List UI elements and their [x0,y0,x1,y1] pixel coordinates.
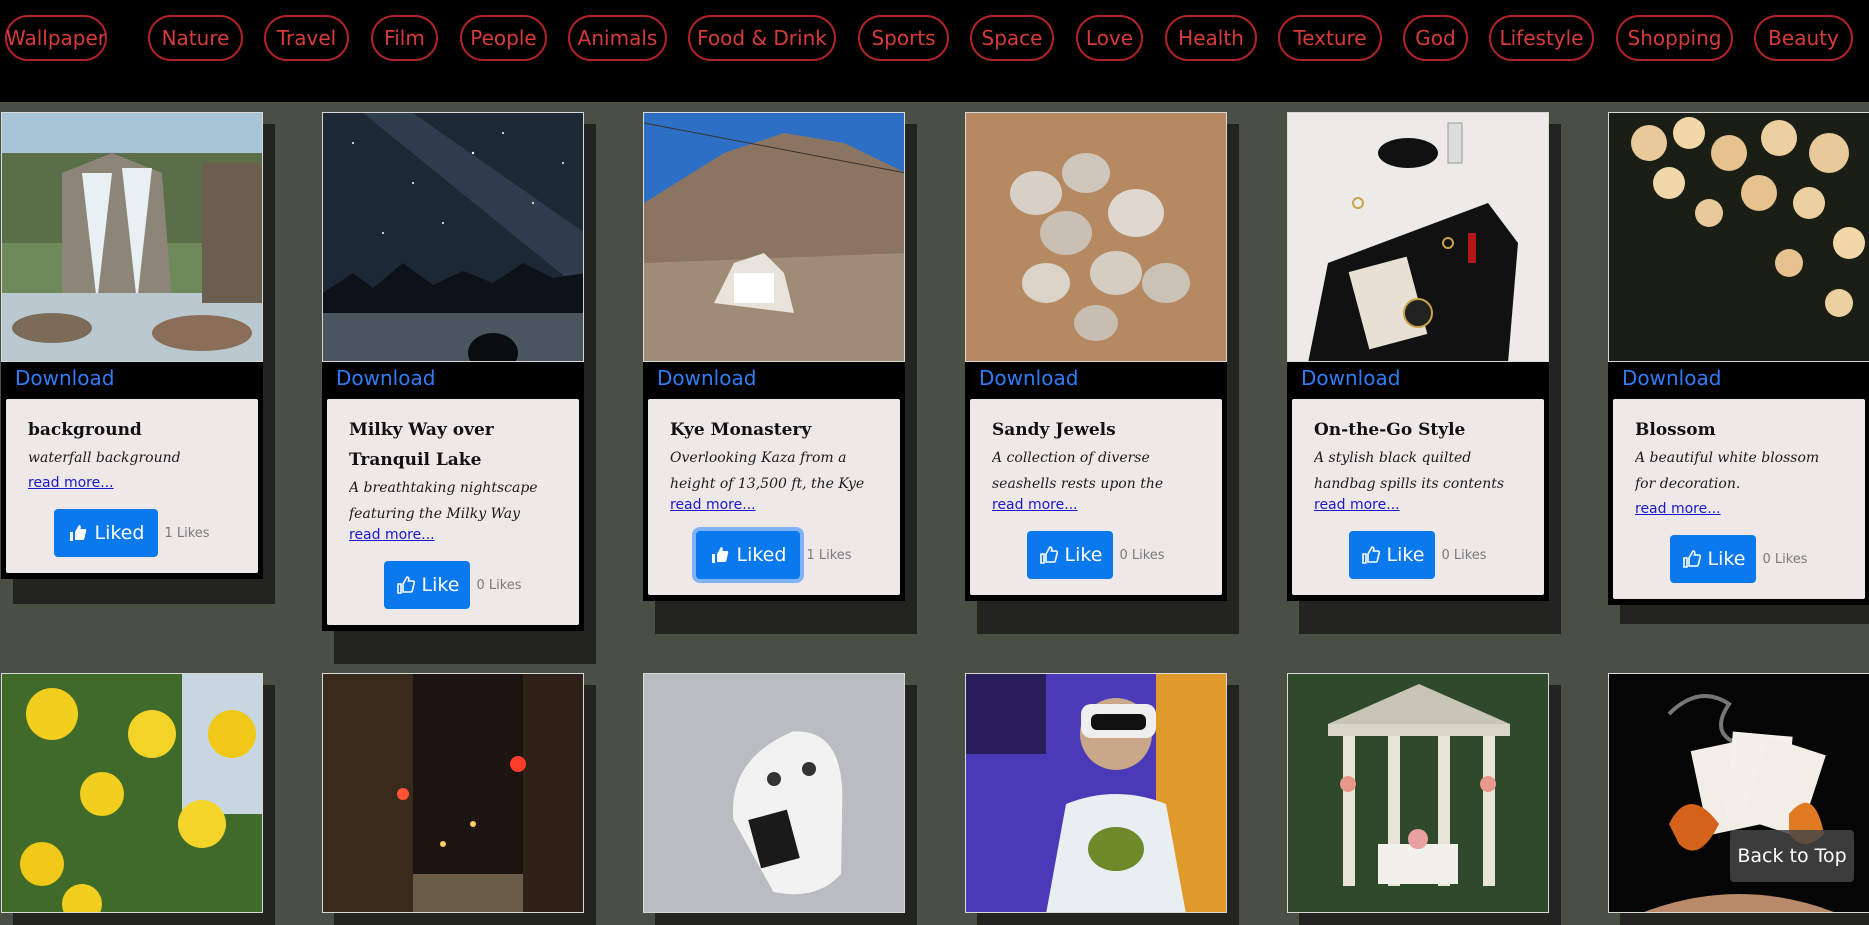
like-count: 0 Likes [476,577,522,593]
category-sports[interactable]: Sports [858,15,949,61]
like-count: 0 Likes [1762,551,1808,567]
milky-way-image [322,112,584,362]
like-button[interactable]: Like [384,561,471,609]
thumbs-up-outline-icon [1039,545,1059,565]
read-more-link[interactable]: read more... [28,471,114,495]
game-controller-image [643,673,905,913]
image-card: Download Sandy Jewels A collection of di… [965,112,1239,634]
thumbs-up-outline-icon [1682,549,1702,569]
card-title: Milky Way over Tranquil Lake [349,420,494,470]
card-description: Overlooking Kaza from a height of 13,500… [670,450,865,492]
waterfall-image [1,112,263,362]
category-god[interactable]: God [1403,15,1468,61]
read-more-link[interactable]: read more... [1314,493,1400,517]
vr-headset-image [965,673,1227,913]
thumbs-up-outline-icon [1361,545,1381,565]
category-love[interactable]: Love [1076,15,1143,61]
category-nav: Wallpaper Nature Travel Film People Anim… [0,0,1869,102]
category-shopping[interactable]: Shopping [1616,15,1733,61]
read-more-link[interactable]: read more... [349,523,435,547]
category-film[interactable]: Film [371,15,438,61]
thumbs-up-icon [68,523,88,543]
card-description: A breathtaking nightscape featuring the … [349,480,538,522]
category-food-drink[interactable]: Food & Drink [688,15,836,61]
category-lifestyle[interactable]: Lifestyle [1489,15,1594,61]
category-space[interactable]: Space [970,15,1054,61]
read-more-link[interactable]: read more... [1635,497,1721,521]
night-street-image [322,673,584,913]
yellow-roses-image [1,673,263,913]
image-card: Download Milky Way over Tranquil Lake A … [322,112,596,664]
card-title: background [28,420,142,440]
handbag-image [1287,112,1549,362]
card-description: A stylish black quilted handbag spills i… [1314,450,1505,492]
download-link[interactable]: Download [965,362,1227,394]
category-wallpaper[interactable]: Wallpaper [5,15,107,61]
card-title: Kye Monastery [670,420,812,440]
like-count: 0 Likes [1441,547,1487,563]
category-animals[interactable]: Animals [568,15,667,61]
like-button[interactable]: Like [1027,531,1114,579]
card-title: On-the-Go Style [1314,420,1466,440]
read-more-link[interactable]: read more... [670,493,756,517]
liked-button[interactable]: Liked [696,531,801,579]
image-card: Download On-the-Go Style A stylish black… [1287,112,1561,634]
download-link[interactable]: Download [1608,362,1869,394]
like-button[interactable]: Like [1349,531,1436,579]
card-description: A beautiful white blossom for decoration… [1635,450,1820,492]
category-nature[interactable]: Nature [148,15,243,61]
image-card: Download Kye Monastery Overlooking Kaza … [643,112,917,634]
image-card: Download Blossom A beautiful white bloss… [1608,112,1869,624]
seashells-image [965,112,1227,362]
monastery-image [643,112,905,362]
like-count: 1 Likes [164,525,210,541]
thumbs-up-icon [710,545,730,565]
like-button[interactable]: Like [1670,535,1757,583]
download-link[interactable]: Download [1,362,263,394]
read-more-link[interactable]: read more... [992,493,1078,517]
category-travel[interactable]: Travel [264,15,349,61]
download-link[interactable]: Download [1287,362,1549,394]
category-health[interactable]: Health [1165,15,1257,61]
liked-button[interactable]: Liked [54,509,159,557]
card-description: waterfall background [28,450,181,466]
thumbs-up-outline-icon [396,575,416,595]
blossom-image [1608,112,1869,362]
category-people[interactable]: People [460,15,547,61]
card-description: A collection of diverse seashells rests … [992,450,1164,492]
download-link[interactable]: Download [322,362,584,394]
image-card: Download background waterfall background… [1,112,275,604]
card-title: Blossom [1635,420,1716,440]
gazebo-image [1287,673,1549,913]
like-count: 0 Likes [1119,547,1165,563]
category-texture[interactable]: Texture [1278,15,1382,61]
category-beauty[interactable]: Beauty [1754,15,1853,61]
card-title: Sandy Jewels [992,420,1116,440]
download-link[interactable]: Download [643,362,905,394]
like-count: 1 Likes [806,547,852,563]
back-to-top-button[interactable]: Back to Top [1730,830,1854,882]
